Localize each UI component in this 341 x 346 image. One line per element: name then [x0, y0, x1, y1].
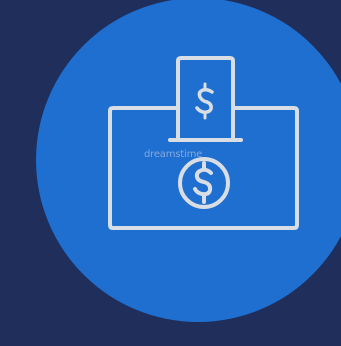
watermark-text: dreamstime	[144, 149, 202, 160]
cash-deposit-illustration: dreamstime	[0, 0, 341, 346]
